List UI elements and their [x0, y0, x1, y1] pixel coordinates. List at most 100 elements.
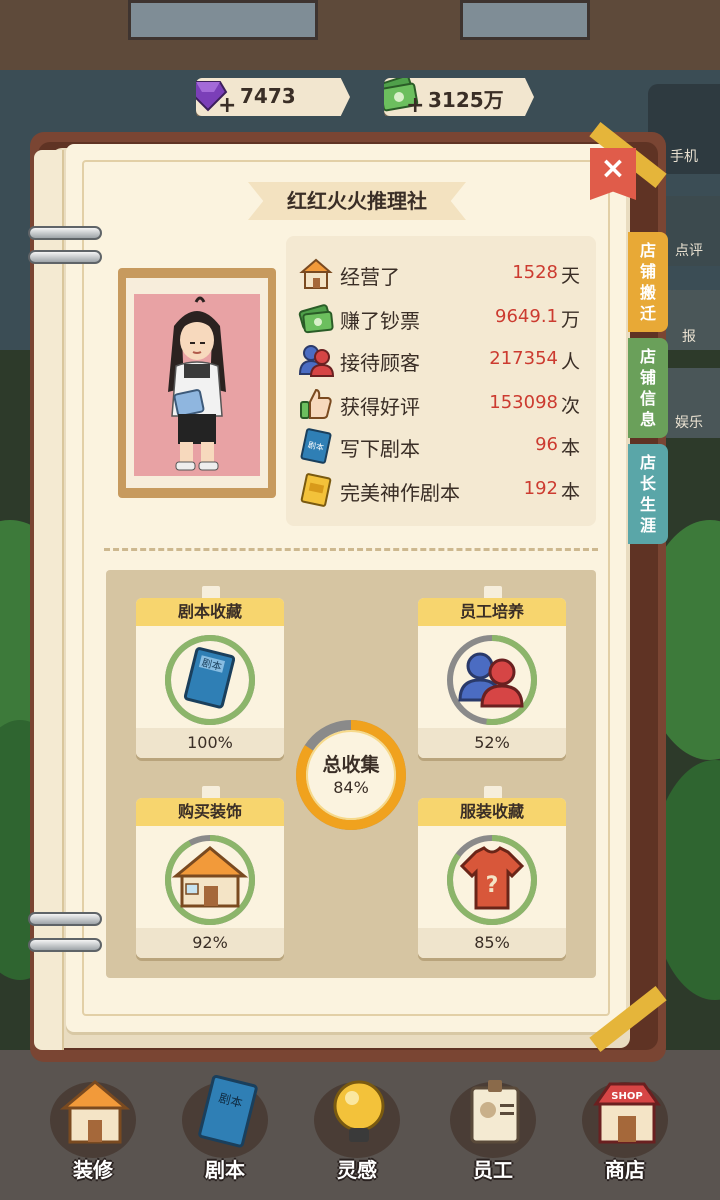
collection-card-staff[interactable]: 员工培养 52% — [418, 598, 566, 758]
tab-owner-career[interactable]: 店 长 生 涯 — [628, 444, 668, 544]
review-label: 点评 — [675, 243, 703, 259]
stat-row-days: 经营了 1528 天 — [298, 256, 584, 292]
decorate-icon — [59, 1080, 131, 1144]
card-percent: 100% — [136, 728, 284, 758]
tab-store-info[interactable]: 店 铺 信 息 — [628, 338, 668, 438]
progress-ring — [447, 635, 537, 725]
stat-row-customers: 接待顾客 217354 人 — [298, 342, 584, 378]
add-gems-plus[interactable]: + — [218, 93, 236, 116]
card-percent: 52% — [418, 728, 566, 758]
nav-shop[interactable]: SHOP 商店 — [570, 1070, 680, 1190]
add-cash-plus[interactable]: + — [406, 93, 424, 116]
stat-unit: 天 — [560, 265, 580, 287]
staff-card-icon — [470, 1080, 520, 1144]
cash-counter[interactable]: + 3125万 — [384, 78, 534, 116]
progress-ring: ? — [447, 835, 537, 925]
total-collection-label: 总收集 — [322, 754, 380, 776]
stat-row-reviews: 获得好评 153098 次 — [298, 386, 584, 422]
tab-char: 息 — [639, 410, 656, 429]
script-icon: 剧本 — [198, 1074, 258, 1148]
collection-card-decor[interactable]: 购买装饰 92% — [136, 798, 284, 958]
stat-label: 获得好评 — [340, 395, 420, 419]
phone-label: 手机 — [670, 149, 698, 165]
upper-window — [460, 0, 590, 40]
customers-icon — [298, 345, 334, 377]
stat-unit: 次 — [560, 395, 580, 417]
stat-value: 96 — [535, 434, 558, 455]
card-percent: 92% — [136, 928, 284, 958]
stat-unit: 本 — [560, 437, 580, 459]
binder-ring — [28, 912, 102, 926]
tab-char: 涯 — [639, 516, 656, 535]
collection-card-scripts[interactable]: 剧本收藏 剧本 100% — [136, 598, 284, 758]
tab-char: 迁 — [639, 304, 656, 323]
svg-text:SHOP: SHOP — [611, 1091, 642, 1102]
collection-card-outfits[interactable]: 服装收藏 ? 85% — [418, 798, 566, 958]
stat-label: 接待顾客 — [340, 351, 420, 375]
tab-char: 长 — [639, 474, 656, 493]
tab-char: 店 — [639, 347, 656, 366]
thumbs-up-icon — [300, 388, 332, 419]
report-label: 报 — [682, 329, 696, 345]
stat-unit: 万 — [560, 309, 580, 331]
nav-label: 剧本 — [205, 1158, 245, 1182]
stat-value: 192 — [523, 478, 558, 499]
stat-unit: 人 — [560, 351, 580, 373]
stat-row-perfect-scripts: 完美神作剧本 192 本 — [298, 472, 584, 508]
nav-decorate[interactable]: 装修 — [38, 1070, 148, 1190]
stat-value: 1528 — [512, 262, 558, 283]
card-title: 服装收藏 — [418, 798, 566, 826]
stat-value: 217354 — [489, 348, 558, 369]
card-title: 购买装饰 — [136, 798, 284, 826]
shop-owner-avatar — [168, 296, 226, 471]
nav-label: 员工 — [473, 1158, 513, 1182]
shop-name-title: 红红火火推理社 — [287, 189, 427, 213]
binder-ring — [28, 938, 102, 952]
nav-label: 灵感 — [337, 1158, 377, 1182]
money-icon — [298, 304, 334, 334]
gold-book-icon — [300, 473, 332, 507]
entertain-label: 娱乐 — [675, 415, 703, 431]
card-title: 剧本收藏 — [136, 598, 284, 626]
section-divider — [104, 548, 598, 551]
stat-value: 9649.1 — [495, 306, 558, 327]
tab-char: 铺 — [639, 262, 656, 281]
nav-label: 装修 — [73, 1158, 113, 1182]
close-icon: × — [600, 151, 626, 186]
svg-text:?: ? — [486, 873, 499, 898]
stat-row-scripts: 剧本 写下剧本 96 本 — [298, 428, 584, 464]
shop-upper-wall — [0, 0, 720, 70]
tab-store-relocation[interactable]: 店 铺 搬 迁 — [628, 232, 668, 332]
shop-icon: SHOP — [593, 1082, 661, 1144]
tab-char: 店 — [639, 453, 656, 472]
tab-char: 铺 — [639, 368, 656, 387]
binder-ring — [28, 226, 102, 240]
gem-count: 7473 — [240, 84, 296, 108]
tab-char: 店 — [639, 241, 656, 260]
nav-scripts[interactable]: 剧本 剧本 — [170, 1070, 280, 1190]
tab-char: 生 — [639, 495, 656, 514]
nav-staff[interactable]: 员工 — [438, 1070, 548, 1190]
stat-label: 赚了钞票 — [340, 309, 420, 333]
script-book-icon: 剧本 — [300, 428, 332, 464]
lightbulb-icon — [333, 1080, 385, 1142]
cash-count: 3125万 — [428, 88, 504, 112]
upper-window — [128, 0, 318, 40]
binder-ring — [28, 250, 102, 264]
progress-ring: 剧本 — [165, 635, 255, 725]
nav-inspiration[interactable]: 灵感 — [302, 1070, 412, 1190]
stat-label: 写下剧本 — [340, 437, 420, 461]
total-collection-percent: 84% — [333, 778, 369, 797]
stat-row-money: 赚了钞票 9649.1 万 — [298, 300, 584, 336]
stat-value: 153098 — [489, 392, 558, 413]
gem-counter[interactable]: + 7473 — [196, 78, 350, 116]
card-percent: 85% — [418, 928, 566, 958]
stat-label: 经营了 — [340, 265, 400, 289]
progress-ring — [165, 835, 255, 925]
tab-char: 信 — [639, 389, 656, 408]
shop-icon — [299, 258, 333, 289]
stat-unit: 本 — [560, 481, 580, 503]
nav-label: 商店 — [605, 1158, 645, 1182]
stat-label: 完美神作剧本 — [340, 481, 460, 505]
tab-char: 搬 — [639, 283, 656, 302]
